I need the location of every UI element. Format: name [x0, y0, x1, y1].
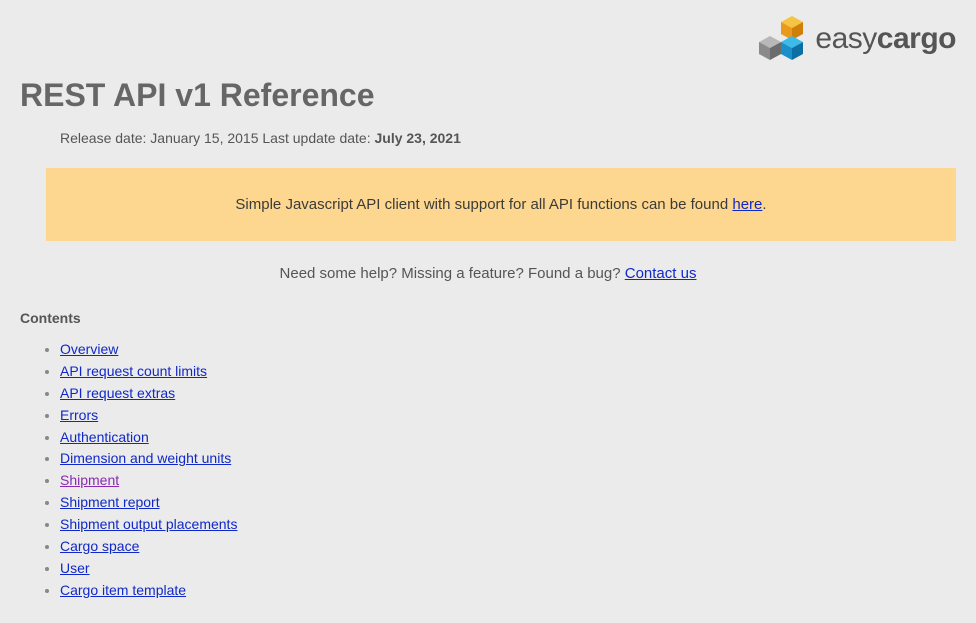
toc-item: API request extras: [60, 384, 956, 403]
toc-item: Shipment output placements: [60, 515, 956, 534]
toc-item: Authentication: [60, 428, 956, 447]
toc-item: API request count limits: [60, 362, 956, 381]
update-date: July 23, 2021: [374, 130, 460, 146]
toc-item: Overview: [60, 340, 956, 359]
help-line: Need some help? Missing a feature? Found…: [20, 265, 956, 282]
toc-link[interactable]: API request extras: [60, 385, 175, 401]
page-title: REST API v1 Reference: [20, 77, 956, 114]
logo-cubes-icon: [753, 14, 809, 64]
info-banner: Simple Javascript API client with suppor…: [46, 168, 956, 241]
contents-heading: Contents: [20, 310, 956, 326]
contact-us-link[interactable]: Contact us: [625, 265, 697, 282]
banner-here-link[interactable]: here: [732, 196, 762, 213]
contents-list: Overview API request count limits API requ…: [20, 340, 956, 600]
banner-suffix: .: [762, 196, 766, 213]
toc-item: Dimension and weight units: [60, 449, 956, 468]
toc-item: Shipment: [60, 471, 956, 490]
toc-item: Cargo item template: [60, 581, 956, 600]
toc-item: User: [60, 559, 956, 578]
toc-item: Shipment report: [60, 493, 956, 512]
help-text: Need some help? Missing a feature? Found…: [280, 265, 625, 282]
logo[interactable]: easycargo: [753, 14, 956, 64]
toc-link[interactable]: Shipment output placements: [60, 516, 237, 532]
toc-link[interactable]: Shipment: [60, 472, 119, 488]
release-prefix: Release date:: [60, 130, 150, 146]
update-prefix: Last update date:: [259, 130, 375, 146]
toc-link[interactable]: Cargo item template: [60, 582, 186, 598]
toc-item: Cargo space: [60, 537, 956, 556]
toc-link[interactable]: Cargo space: [60, 538, 139, 554]
toc-item: Errors: [60, 406, 956, 425]
toc-link[interactable]: API request count limits: [60, 363, 207, 379]
logo-text: easycargo: [815, 22, 956, 56]
dates-line: Release date: January 15, 2015 Last upda…: [60, 130, 956, 146]
toc-link[interactable]: Errors: [60, 407, 98, 423]
banner-text: Simple Javascript API client with suppor…: [235, 196, 732, 213]
toc-link[interactable]: Shipment report: [60, 494, 160, 510]
toc-link[interactable]: Dimension and weight units: [60, 450, 231, 466]
toc-link[interactable]: User: [60, 560, 90, 576]
toc-link[interactable]: Authentication: [60, 429, 149, 445]
release-date: January 15, 2015: [150, 130, 258, 146]
toc-link[interactable]: Overview: [60, 341, 118, 357]
header: easycargo: [20, 14, 956, 67]
